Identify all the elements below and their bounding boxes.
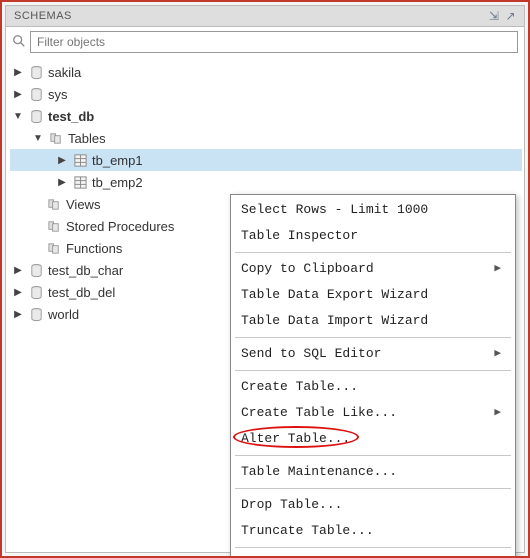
table-icon xyxy=(72,152,88,168)
filter-objects-input[interactable] xyxy=(30,31,518,53)
menu-drop-table[interactable]: Drop Table... xyxy=(231,492,515,518)
tree-node-test-db[interactable]: ▼ test_db xyxy=(10,105,522,127)
collapse-toggle-icon[interactable]: ▼ xyxy=(12,111,24,122)
tree-node-sakila[interactable]: ▶ sakila xyxy=(10,61,522,83)
tree-label: sys xyxy=(48,87,68,102)
menu-data-export[interactable]: Table Data Export Wizard xyxy=(231,282,515,308)
menu-label: Table Data Import Wizard xyxy=(241,312,428,330)
menu-separator xyxy=(235,547,511,548)
menu-separator xyxy=(235,455,511,456)
menu-label: Select Rows - Limit 1000 xyxy=(241,201,428,219)
menu-table-maintenance[interactable]: Table Maintenance... xyxy=(231,459,515,485)
submenu-arrow-icon: ▶ xyxy=(494,404,501,422)
menu-truncate-table[interactable]: Truncate Table... xyxy=(231,518,515,544)
functions-folder-icon xyxy=(46,240,62,256)
database-icon xyxy=(28,306,44,322)
tables-folder-icon xyxy=(48,130,64,146)
menu-label: Create Table Like... xyxy=(241,404,397,422)
tree-node-tb-emp1[interactable]: ▶ tb_emp1 xyxy=(10,149,522,171)
menu-send-sql[interactable]: Send to SQL Editor ▶ xyxy=(231,341,515,367)
menu-label: Drop Table... xyxy=(241,496,342,514)
tree-label: tb_emp2 xyxy=(92,175,143,190)
menu-data-import[interactable]: Table Data Import Wizard xyxy=(231,308,515,334)
database-icon xyxy=(28,64,44,80)
menu-separator xyxy=(235,488,511,489)
expand-toggle-icon[interactable]: ▶ xyxy=(12,89,24,100)
tree-label: Stored Procedures xyxy=(66,219,174,234)
tree-node-tables[interactable]: ▼ Tables xyxy=(10,127,522,149)
submenu-arrow-icon: ▶ xyxy=(494,345,501,363)
panel-pin-icon[interactable]: ⇲ xyxy=(489,9,500,23)
menu-label: Copy to Clipboard xyxy=(241,260,374,278)
menu-label: Table Inspector xyxy=(241,227,358,245)
search-row xyxy=(6,27,524,57)
menu-separator xyxy=(235,370,511,371)
expand-toggle-icon[interactable]: ▶ xyxy=(56,155,68,166)
table-context-menu: Select Rows - Limit 1000 Table Inspector… xyxy=(230,194,516,558)
expand-toggle-icon[interactable]: ▶ xyxy=(12,309,24,320)
expand-toggle-icon[interactable]: ▶ xyxy=(12,67,24,78)
tree-node-sys[interactable]: ▶ sys xyxy=(10,83,522,105)
tree-label: world xyxy=(48,307,79,322)
menu-label: Create Table... xyxy=(241,378,358,396)
search-icon xyxy=(12,34,26,51)
menu-label: Truncate Table... xyxy=(241,522,374,540)
menu-create-table[interactable]: Create Table... xyxy=(231,374,515,400)
menu-create-table-like[interactable]: Create Table Like... ▶ xyxy=(231,400,515,426)
menu-select-rows[interactable]: Select Rows - Limit 1000 xyxy=(231,197,515,223)
panel-collapse-icon[interactable]: ↗ xyxy=(505,9,516,23)
expand-toggle-icon[interactable]: ▶ xyxy=(12,287,24,298)
panel-title: SCHEMAS xyxy=(14,10,72,22)
menu-alter-table[interactable]: Alter Table... xyxy=(231,426,515,452)
annotation-highlight-ellipse xyxy=(233,426,359,448)
tree-label: sakila xyxy=(48,65,81,80)
tree-label: Functions xyxy=(66,241,122,256)
tree-label: tb_emp1 xyxy=(92,153,143,168)
views-folder-icon xyxy=(46,196,62,212)
stored-procs-folder-icon xyxy=(46,218,62,234)
database-icon xyxy=(28,262,44,278)
tree-label: Views xyxy=(66,197,100,212)
tree-label: test_db_del xyxy=(48,285,115,300)
menu-label: Table Data Export Wizard xyxy=(241,286,428,304)
tree-node-tb-emp2[interactable]: ▶ tb_emp2 xyxy=(10,171,522,193)
expand-toggle-icon[interactable]: ▶ xyxy=(12,265,24,276)
panel-header-controls: ⇲ ↗ xyxy=(489,9,516,23)
table-icon xyxy=(72,174,88,190)
submenu-arrow-icon: ▶ xyxy=(494,260,501,278)
menu-separator xyxy=(235,252,511,253)
tree-label: test_db xyxy=(48,109,94,124)
database-icon xyxy=(28,86,44,102)
database-icon xyxy=(28,284,44,300)
expand-toggle-icon[interactable]: ▶ xyxy=(56,177,68,188)
panel-header: SCHEMAS ⇲ ↗ xyxy=(6,6,524,27)
database-icon xyxy=(28,108,44,124)
menu-separator xyxy=(235,337,511,338)
menu-copy-clipboard[interactable]: Copy to Clipboard ▶ xyxy=(231,256,515,282)
menu-label: Table Maintenance... xyxy=(241,463,397,481)
menu-search-table-data[interactable]: Search Table Data... xyxy=(231,551,515,558)
tree-label: Tables xyxy=(68,131,106,146)
menu-label: Send to SQL Editor xyxy=(241,345,381,363)
menu-table-inspector[interactable]: Table Inspector xyxy=(231,223,515,249)
collapse-toggle-icon[interactable]: ▼ xyxy=(32,133,44,144)
tree-label: test_db_char xyxy=(48,263,123,278)
schemas-panel-window: SCHEMAS ⇲ ↗ ▶ sakila ▶ xyxy=(0,0,530,558)
